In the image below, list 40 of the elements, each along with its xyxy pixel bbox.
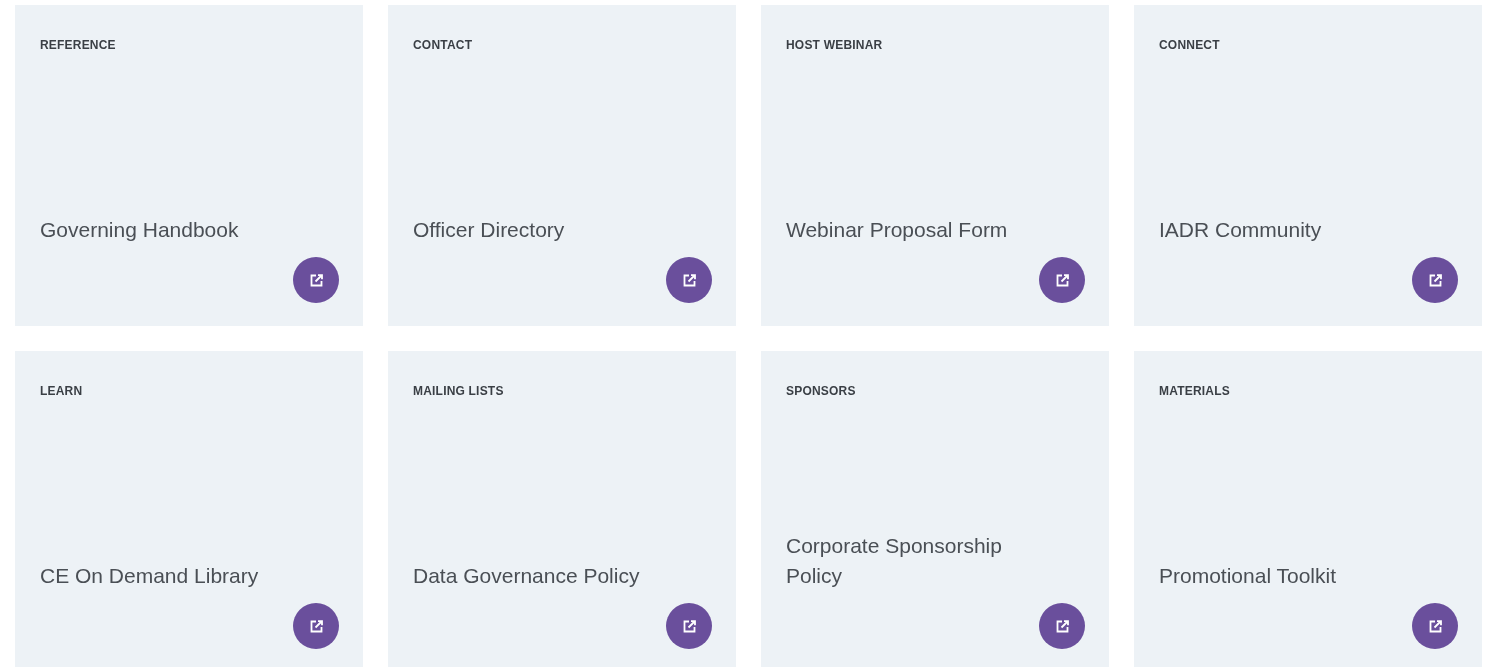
link-card[interactable]: MATERIALS Promotional Toolkit <box>1134 351 1482 667</box>
card-title: Governing Handbook <box>40 217 239 243</box>
external-link-button[interactable] <box>1039 257 1085 303</box>
external-link-icon <box>682 619 696 633</box>
card-category: MATERIALS <box>1159 384 1230 398</box>
link-card[interactable]: MAILING LISTS Data Governance Policy <box>388 351 736 667</box>
link-card[interactable]: LEARN CE On Demand Library <box>15 351 363 667</box>
card-category: LEARN <box>40 384 83 398</box>
external-link-icon <box>1428 619 1442 633</box>
external-link-icon <box>682 273 696 287</box>
link-card[interactable]: HOST WEBINAR Webinar Proposal Form <box>761 5 1109 326</box>
link-card[interactable]: REFERENCE Governing Handbook <box>15 5 363 326</box>
card-category: REFERENCE <box>40 38 116 52</box>
external-link-button[interactable] <box>293 603 339 649</box>
external-link-button[interactable] <box>1039 603 1085 649</box>
external-link-button[interactable] <box>293 257 339 303</box>
external-link-icon <box>1428 273 1442 287</box>
card-title: Corporate Sponsorship Policy <box>786 533 1003 589</box>
card-title: CE On Demand Library <box>40 563 259 589</box>
card-category: CONTACT <box>413 38 473 52</box>
card-title: Promotional Toolkit <box>1159 563 1337 589</box>
card-title: IADR Community <box>1159 217 1322 243</box>
external-link-icon <box>1055 273 1069 287</box>
external-link-icon <box>309 619 323 633</box>
external-link-button[interactable] <box>666 603 712 649</box>
link-card[interactable]: CONTACT Officer Directory <box>388 5 736 326</box>
link-card[interactable]: SPONSORS Corporate Sponsorship Policy <box>761 351 1109 667</box>
link-card[interactable]: CONNECT IADR Community <box>1134 5 1482 326</box>
card-category: MAILING LISTS <box>413 384 504 398</box>
external-link-button[interactable] <box>1412 603 1458 649</box>
card-title: Officer Directory <box>413 217 565 243</box>
external-link-icon <box>1055 619 1069 633</box>
card-category: CONNECT <box>1159 38 1220 52</box>
card-title: Data Governance Policy <box>413 563 640 589</box>
external-link-button[interactable] <box>1412 257 1458 303</box>
external-link-button[interactable] <box>666 257 712 303</box>
external-link-icon <box>309 273 323 287</box>
card-category: SPONSORS <box>786 384 856 398</box>
card-category: HOST WEBINAR <box>786 38 883 52</box>
card-title: Webinar Proposal Form <box>786 217 1008 243</box>
